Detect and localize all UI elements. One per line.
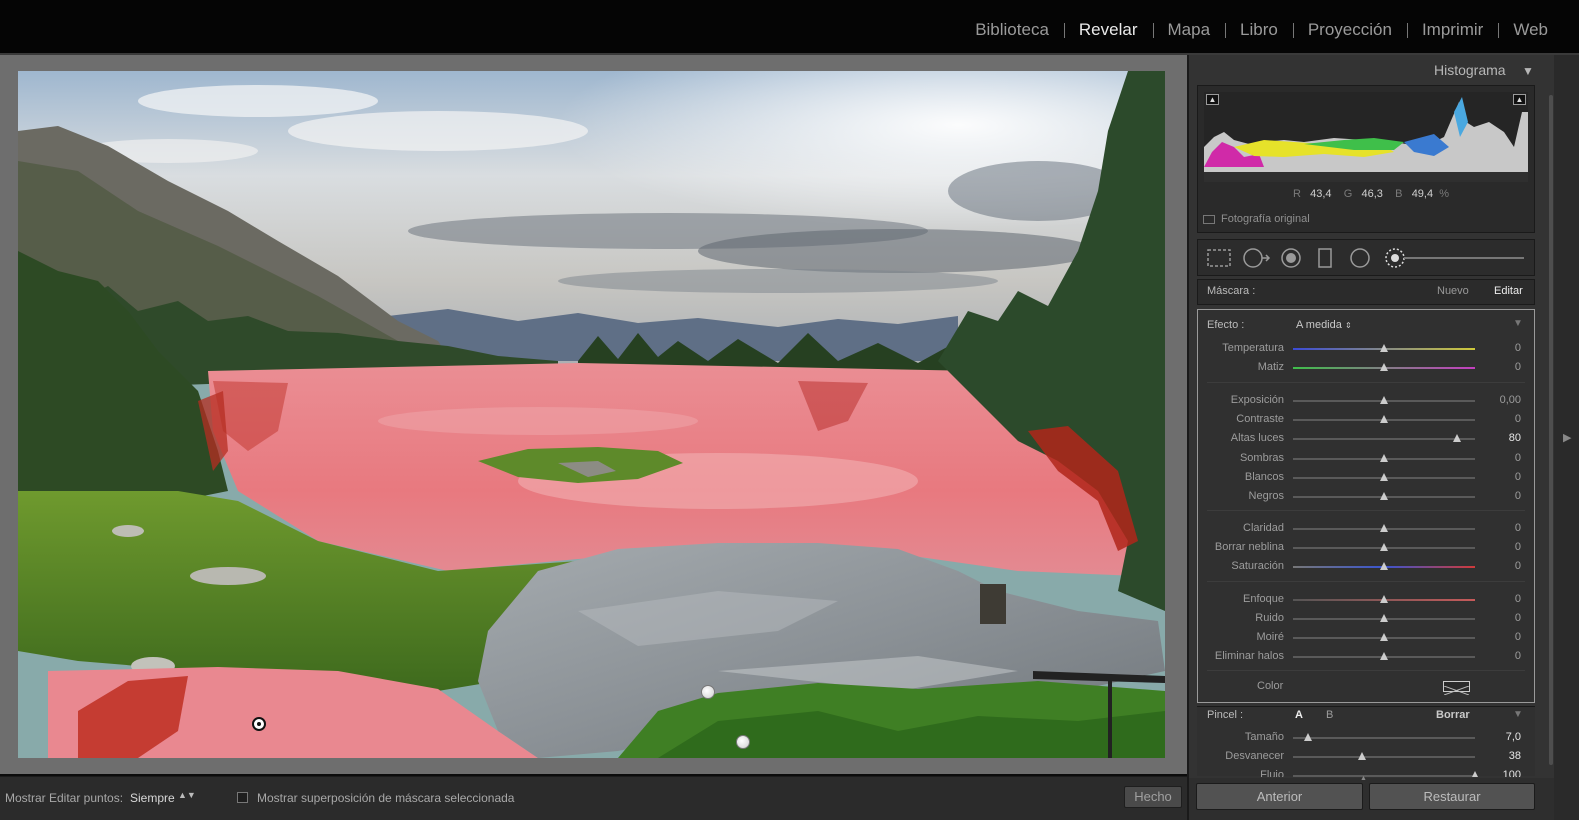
overlay-label: Mostrar superposición de máscara selecci… [257,791,515,805]
brush-slider-track[interactable] [1293,775,1475,777]
brush-slider-clip: Tamaño 7,0 Desvanecer 38 Flujo 100 [0,0,1579,777]
canvas-toolbar: Mostrar Editar puntos: Siempre ▲▼ Mostra… [0,776,1187,820]
brush-slider-track[interactable] [1293,756,1475,758]
brush-slider-thumb[interactable] [1358,752,1367,760]
done-button[interactable]: Hecho [1124,786,1182,808]
show-edit-points-select[interactable]: Siempre [130,791,175,805]
reset-button[interactable]: Restaurar [1369,783,1535,810]
brush-slider-thumb[interactable] [1471,771,1479,777]
brush-slider-value[interactable]: 38 [1509,750,1521,762]
show-edit-points-label: Mostrar Editar puntos: [5,791,124,805]
select-arrows-icon: ▲▼ [178,790,196,800]
brush-slider-thumb[interactable] [1303,733,1312,741]
scroll-more-icon: ▲ [1360,775,1367,782]
previous-button[interactable]: Anterior [1196,783,1363,810]
brush-slider-label: Flujo [1260,769,1284,777]
brush-slider-value[interactable]: 100 [1503,769,1521,777]
brush-slider-label: Tamaño [1244,731,1284,743]
brush-slider-row: Tamaño 7,0 [1197,728,1535,747]
brush-slider-row: Desvanecer 38 [1197,747,1535,766]
overlay-checkbox[interactable] [237,792,248,803]
brush-slider-value[interactable]: 7,0 [1506,731,1521,743]
brush-slider-label: Desvanecer [1225,750,1284,762]
lightroom-develop-window: Biblioteca Revelar Mapa Libro Proyección… [0,0,1579,820]
brush-slider-track[interactable] [1293,737,1475,739]
